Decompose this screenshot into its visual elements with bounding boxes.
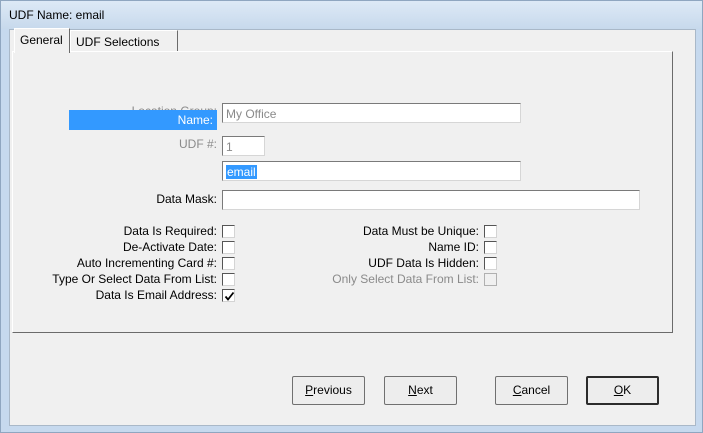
tab-udf-selections[interactable]: UDF Selections — [70, 30, 178, 52]
next-button-label: ext — [416, 383, 433, 397]
name-input-value: email — [226, 165, 257, 179]
auto-increment-label: Auto Incrementing Card #: — [76, 256, 217, 270]
name-input[interactable]: email — [222, 161, 521, 181]
email-address-label: Data Is Email Address: — [95, 288, 217, 302]
data-unique-checkbox[interactable] — [484, 225, 497, 238]
window-title: UDF Name: email — [9, 8, 105, 22]
deactivate-date-label: De-Activate Date: — [122, 240, 217, 254]
tab-udf-selections-label: UDF Selections — [76, 35, 160, 49]
udf-hidden-label: UDF Data Is Hidden: — [368, 256, 479, 270]
title-bar[interactable]: UDF Name: email — [1, 1, 702, 29]
udf-number-label: UDF #: — [178, 137, 217, 151]
ok-button[interactable]: OK — [586, 376, 659, 405]
cancel-button[interactable]: Cancel — [495, 376, 568, 405]
cancel-button-label: ancel — [521, 383, 551, 397]
data-required-label: Data Is Required: — [123, 224, 217, 238]
location-group-field: My Office — [222, 103, 521, 123]
previous-button[interactable]: Previous — [292, 376, 365, 405]
name-id-label: Name ID: — [428, 240, 479, 254]
type-select-list-label: Type Or Select Data From List: — [52, 272, 217, 286]
name-label: Name: — [69, 110, 217, 130]
data-mask-label: Data Mask: — [156, 192, 217, 206]
ok-button-label: K — [623, 383, 632, 397]
name-id-checkbox[interactable] — [484, 241, 497, 254]
auto-increment-checkbox[interactable] — [222, 257, 235, 270]
email-address-checkbox[interactable] — [222, 289, 235, 302]
tab-general[interactable]: General — [14, 28, 70, 53]
previous-button-label: revious — [313, 383, 352, 397]
only-select-list-label: Only Select Data From List: — [332, 272, 479, 286]
next-button-mnemonic: N — [408, 383, 417, 397]
next-button[interactable]: Next — [384, 376, 457, 405]
checkmark-icon — [224, 291, 235, 301]
data-mask-input[interactable] — [222, 190, 640, 210]
previous-button-mnemonic: P — [305, 383, 314, 397]
data-unique-label: Data Must be Unique: — [362, 224, 479, 238]
udf-hidden-checkbox[interactable] — [484, 257, 497, 270]
data-required-checkbox[interactable] — [222, 225, 235, 238]
tab-general-label: General — [20, 33, 63, 47]
type-select-list-checkbox[interactable] — [222, 273, 235, 286]
ok-button-mnemonic: O — [613, 383, 624, 397]
only-select-list-checkbox — [484, 273, 497, 286]
deactivate-date-checkbox[interactable] — [222, 241, 235, 254]
udf-number-field: 1 — [222, 136, 265, 156]
